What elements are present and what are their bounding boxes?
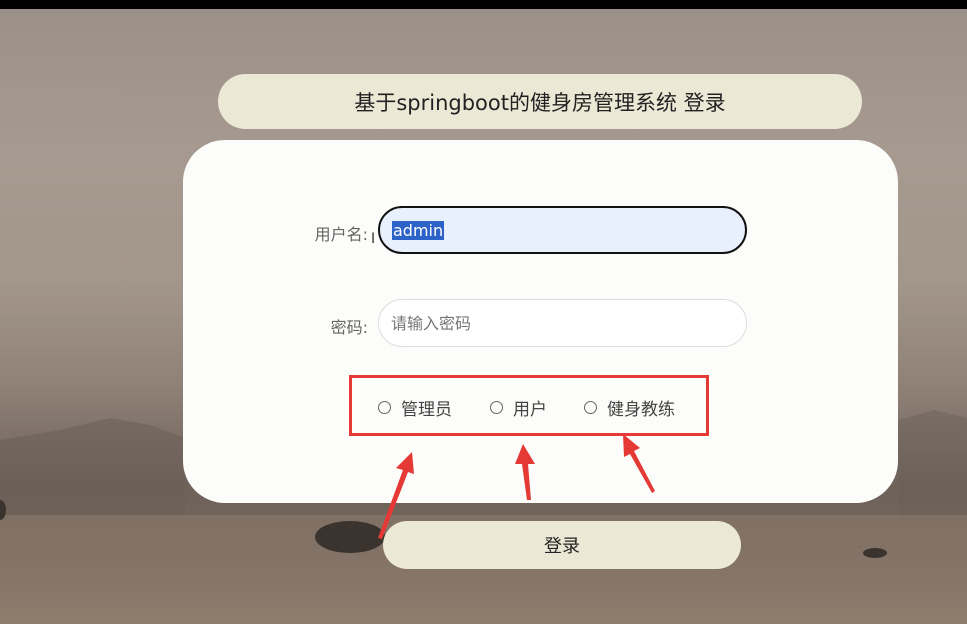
login-button[interactable]: 登录: [383, 521, 741, 569]
arrow-icon: [623, 434, 655, 493]
arrow-icon: [515, 444, 535, 500]
